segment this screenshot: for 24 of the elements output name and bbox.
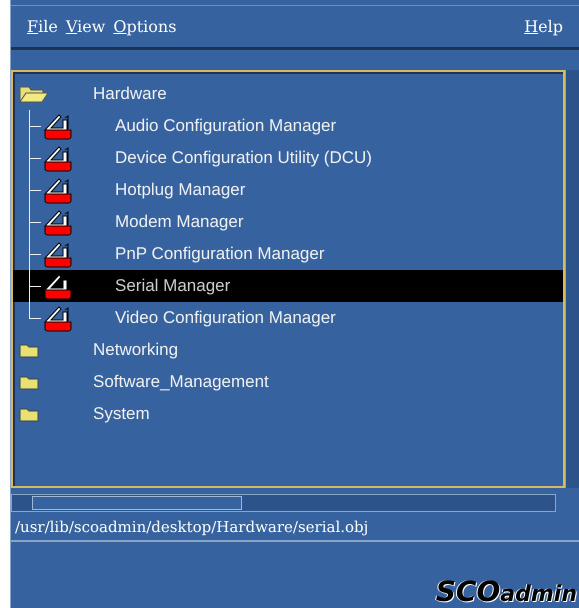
menu-item[interactable]: Help (520, 14, 567, 38)
horizontal-scrollbar[interactable] (11, 494, 556, 512)
tree-item[interactable]: Serial Manager (13, 270, 563, 302)
tree-item[interactable]: Video Configuration Manager (13, 302, 563, 334)
tree-line (29, 206, 41, 238)
tree-item[interactable]: Modem Manager (13, 206, 563, 238)
tree-item[interactable]: Hardware (13, 78, 563, 110)
tree-item[interactable]: Software_Management (13, 366, 563, 398)
tree-line (29, 174, 41, 206)
tree-line (29, 110, 41, 142)
tree-item[interactable]: Device Configuration Utility (DCU) (13, 142, 563, 174)
vertical-scrollbar[interactable] (565, 70, 579, 488)
tree-line (29, 238, 41, 270)
menu-item[interactable]: File (23, 14, 62, 38)
tree-item[interactable]: Networking (13, 334, 563, 366)
tree-item[interactable]: System (13, 398, 563, 430)
menu-item[interactable]: Options (109, 14, 180, 38)
status-path: /usr/lib/scoadmin/desktop/Hardware/serial.obj (11, 512, 579, 542)
tree-item[interactable]: PnP Configuration Manager (13, 238, 563, 270)
menu-item[interactable]: View (62, 14, 110, 38)
tree-line (29, 142, 41, 174)
tree-item[interactable]: Hotplug Manager (13, 174, 563, 206)
tree-item[interactable]: Audio Configuration Manager (13, 110, 563, 142)
logo-text: SCOadmin (436, 577, 577, 608)
